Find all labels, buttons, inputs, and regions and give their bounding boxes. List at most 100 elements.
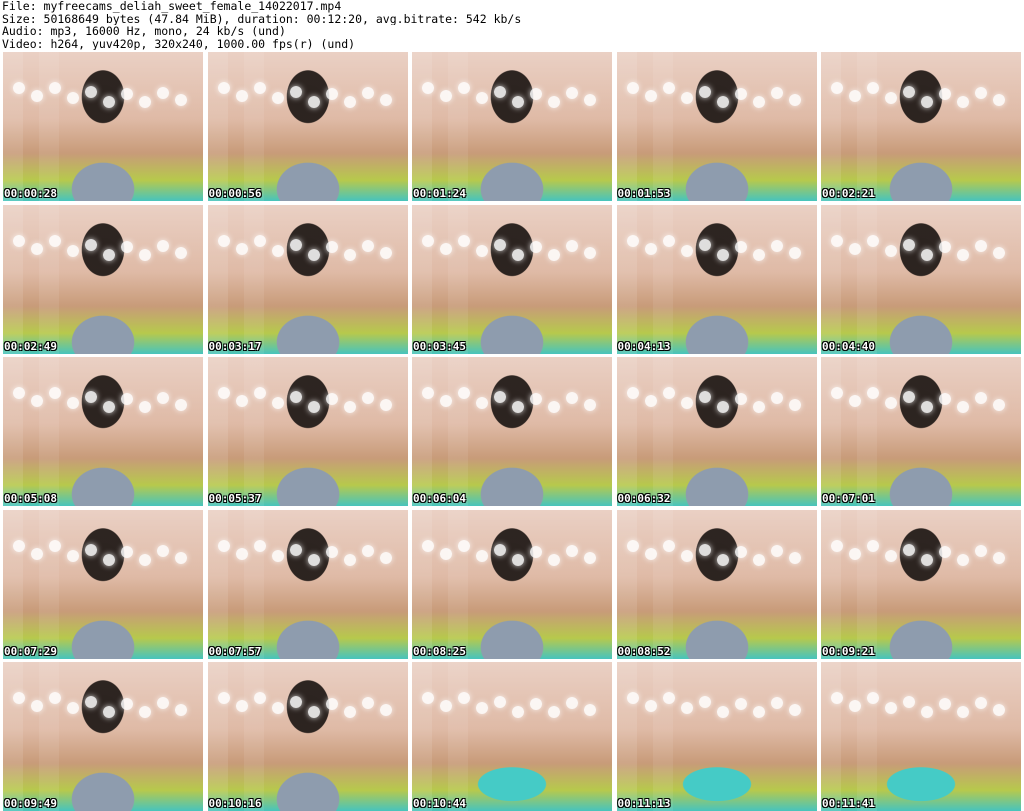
background-light-dot (831, 692, 843, 704)
background-light-dot (993, 246, 1005, 259)
background-light-dot (325, 240, 338, 253)
background-light-dot (235, 90, 248, 102)
video-thumbnail: 00:01:24 (412, 52, 612, 201)
background-light-dot (440, 395, 452, 407)
background-light-dot (921, 248, 933, 261)
background-light-dot (752, 248, 765, 261)
background-light-dot (271, 549, 284, 562)
background-light-dot (885, 397, 897, 409)
background-light-dot (325, 545, 338, 558)
background-light-dot (566, 392, 578, 404)
video-thumbnail: 00:10:44 (412, 662, 612, 811)
thumbnail-timestamp: 00:00:28 (4, 187, 57, 200)
video-thumbnail: 00:06:32 (616, 357, 817, 506)
background-light-dot (494, 391, 506, 403)
background-light-dot (644, 90, 657, 102)
background-light-dot (217, 387, 230, 399)
background-light-dot (903, 238, 915, 251)
background-light-dot (343, 401, 356, 413)
background-light-dot (175, 551, 187, 564)
background-light-dot (217, 692, 230, 704)
background-light-dot (85, 543, 97, 556)
background-light-dot (993, 551, 1005, 564)
background-light-dot (307, 248, 320, 261)
background-light-dot (644, 395, 657, 407)
background-light-dot (175, 246, 187, 259)
background-light-dot (662, 234, 675, 247)
background-light-dot (716, 96, 729, 108)
background-light-dot (325, 393, 338, 405)
video-thumbnail: 00:02:49 (3, 204, 203, 354)
background-light-dot (734, 88, 747, 100)
background-light-dot (867, 387, 879, 399)
background-light-dot (289, 238, 302, 251)
background-light-dot (512, 248, 524, 261)
background-light-dot (530, 240, 542, 253)
background-light-dot (13, 387, 25, 399)
background-light-dot (139, 248, 151, 261)
background-light-dot (975, 239, 987, 252)
background-light-dot (361, 697, 374, 709)
background-light-dot (289, 86, 302, 98)
background-light-dot (939, 240, 951, 253)
background-light-dot (157, 544, 169, 557)
background-light-dot (530, 88, 542, 100)
background-light-dot (975, 87, 987, 99)
background-light-dot (458, 387, 470, 399)
thumbnail-timestamp: 00:09:49 (4, 797, 57, 810)
video-thumbnail: 00:04:13 (616, 204, 817, 354)
background-light-dot (716, 706, 729, 718)
background-light-dot (235, 242, 248, 255)
background-light-dot (626, 539, 639, 552)
background-light-dot (849, 700, 861, 712)
background-light-dot (31, 700, 43, 712)
background-light-dot (379, 551, 392, 564)
background-light-dot (307, 96, 320, 108)
background-light-dot (85, 391, 97, 403)
background-light-dot (253, 387, 266, 399)
background-light-dot (49, 692, 61, 704)
background-light-dot (67, 92, 79, 104)
background-light-dot (662, 539, 675, 552)
file-size-line: Size: 50168649 bytes (47.84 MiB), durati… (2, 12, 522, 25)
background-light-dot (788, 94, 801, 106)
background-light-dot (512, 553, 524, 566)
background-light-dot (770, 544, 783, 557)
background-light-dot (939, 698, 951, 710)
video-thumbnail: 00:04:40 (821, 204, 1021, 354)
background-light-dot (770, 392, 783, 404)
background-light-dot (626, 82, 639, 94)
background-light-dot (993, 94, 1005, 106)
background-light-dot (566, 239, 578, 252)
background-light-dot (566, 544, 578, 557)
background-light-dot (921, 706, 933, 718)
background-light-dot (175, 94, 187, 106)
background-light-dot (175, 399, 187, 411)
background-light-dot (885, 702, 897, 714)
background-light-dot (626, 692, 639, 704)
background-light-dot (831, 387, 843, 399)
background-light-dot (584, 704, 596, 716)
thumbnail-timestamp: 00:08:25 (413, 644, 466, 658)
background-light-dot (548, 248, 560, 261)
background-light-dot (867, 692, 879, 704)
video-thumbnail: 00:05:08 (3, 357, 203, 506)
background-light-dot (343, 706, 356, 718)
background-light-dot (903, 696, 915, 708)
background-light-dot (903, 391, 915, 403)
background-light-dot (271, 702, 284, 714)
background-light-dot (752, 401, 765, 413)
background-light-dot (494, 86, 506, 98)
background-light-dot (680, 549, 693, 562)
background-light-dot (361, 87, 374, 99)
background-light-dot (379, 399, 392, 411)
background-light-dot (939, 545, 951, 558)
background-light-dot (698, 86, 711, 98)
thumbnail-timestamp: 00:03:45 (413, 339, 466, 353)
thumbnail-timestamp: 00:09:21 (822, 644, 875, 658)
background-light-dot (512, 96, 524, 108)
background-light-dot (921, 96, 933, 108)
background-light-dot (139, 706, 151, 718)
thumbnail-timestamp: 00:01:53 (617, 187, 671, 200)
background-light-dot (584, 94, 596, 106)
